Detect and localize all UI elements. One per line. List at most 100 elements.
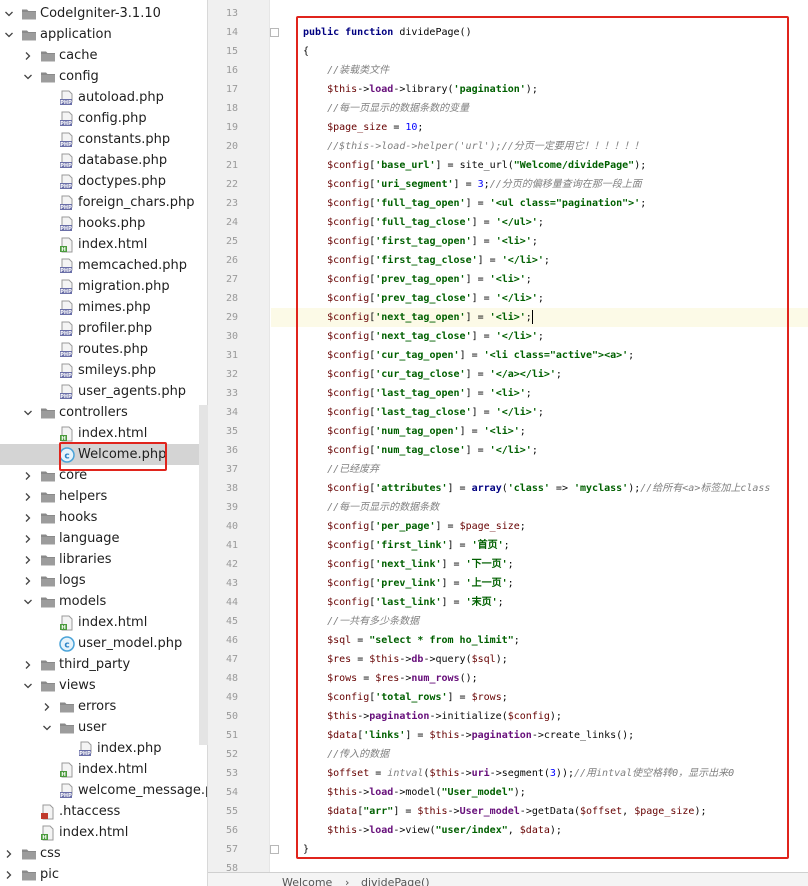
- code-line[interactable]: $config['next_link'] = '下一页';: [271, 555, 808, 574]
- tree-item[interactable]: language: [0, 528, 207, 549]
- code-line[interactable]: $config['last_tag_open'] = '<li>';: [271, 384, 808, 403]
- code-line[interactable]: $data["arr"] = $this->User_model->getDat…: [271, 802, 808, 821]
- tree-item[interactable]: PHP routes.php: [0, 339, 207, 360]
- tree-item[interactable]: config: [0, 66, 207, 87]
- code-line[interactable]: $offset = intval($this->uri->segment(3))…: [271, 764, 808, 783]
- code-line[interactable]: $config['cur_tag_close'] = '</a></li>';: [271, 365, 808, 384]
- tree-item[interactable]: CodeIgniter-3.1.10: [0, 3, 207, 24]
- tree-item[interactable]: Hindex.html: [0, 423, 207, 444]
- chevron-right-icon[interactable]: [22, 512, 34, 524]
- code-line[interactable]: $res = $this->db->query($sql);: [271, 650, 808, 669]
- code-line[interactable]: $config['cur_tag_open'] = '<li class="ac…: [271, 346, 808, 365]
- code-line[interactable]: $config['num_tag_open'] = '<li>';: [271, 422, 808, 441]
- code-line[interactable]: $config['full_tag_close'] = '</ul>';: [271, 213, 808, 232]
- tree-item[interactable]: cache: [0, 45, 207, 66]
- code-line[interactable]: $config['num_tag_close'] = '</li>';: [271, 441, 808, 460]
- chevron-right-icon[interactable]: [22, 533, 34, 545]
- code-line[interactable]: $config['first_link'] = '首页';: [271, 536, 808, 555]
- code-editor[interactable]: 13 14 15 16 17 18 19 20 21 22 23 24 25 26 27 28 29 30 31 32…: [208, 0, 808, 886]
- tree-item[interactable]: Hindex.html: [0, 759, 207, 780]
- code-line[interactable]: $config['first_tag_open'] = '<li>';: [271, 232, 808, 251]
- code-line[interactable]: $config['attributes'] = array('class' =>…: [271, 479, 808, 498]
- code-line[interactable]: $config['uri_segment'] = 3;//分页的偏移量查询在那一…: [271, 175, 808, 194]
- code-line[interactable]: $config['last_link'] = '末页';: [271, 593, 808, 612]
- code-line[interactable]: $config['first_tag_close'] = '</li>';: [271, 251, 808, 270]
- chevron-down-icon[interactable]: [3, 29, 15, 41]
- code-line[interactable]: $config['total_rows'] = $rows;: [271, 688, 808, 707]
- code-line[interactable]: $config['last_tag_close'] = '</li>';: [271, 403, 808, 422]
- code-line[interactable]: //$this->load->helper('url');//分页一定要用它！！…: [271, 137, 808, 156]
- code-line[interactable]: $config['per_page'] = $page_size;: [271, 517, 808, 536]
- tree-item[interactable]: c Welcome.php: [0, 444, 207, 465]
- code-line[interactable]: //已经废弃: [271, 460, 808, 479]
- code-line[interactable]: $page_size = 10;: [271, 118, 808, 137]
- chevron-down-icon[interactable]: [3, 8, 15, 20]
- tree-item[interactable]: .htaccess: [0, 801, 207, 822]
- tree-item[interactable]: logs: [0, 570, 207, 591]
- tree-item[interactable]: PHP constants.php: [0, 129, 207, 150]
- code-line[interactable]: //装载类文件: [271, 61, 808, 80]
- tree-item[interactable]: PHP config.php: [0, 108, 207, 129]
- tree-item[interactable]: PHP welcome_message.php: [0, 780, 207, 801]
- chevron-right-icon[interactable]: [22, 554, 34, 566]
- tree-item[interactable]: PHP database.php: [0, 150, 207, 171]
- tree-item[interactable]: core: [0, 465, 207, 486]
- tree-item[interactable]: PHP autoload.php: [0, 87, 207, 108]
- code-line[interactable]: //传入的数据: [271, 745, 808, 764]
- code-line[interactable]: $this->load->view("user/index", $data);: [271, 821, 808, 840]
- tree-item[interactable]: PHP migration.php: [0, 276, 207, 297]
- chevron-right-icon[interactable]: [22, 491, 34, 503]
- tree-item[interactable]: third_party: [0, 654, 207, 675]
- code-line[interactable]: //每一页显示的数据条数的变量: [271, 99, 808, 118]
- tree-scrollbar[interactable]: [199, 405, 208, 745]
- tree-item[interactable]: Hindex.html: [0, 234, 207, 255]
- code-line[interactable]: [271, 859, 808, 872]
- tree-item[interactable]: PHP user_agents.php: [0, 381, 207, 402]
- code-line[interactable]: $this->load->model("User_model");: [271, 783, 808, 802]
- code-line[interactable]: $this->load->library('pagination');: [271, 80, 808, 99]
- chevron-right-icon[interactable]: [3, 848, 15, 860]
- tree-item[interactable]: PHP mimes.php: [0, 297, 207, 318]
- chevron-down-icon[interactable]: [22, 407, 34, 419]
- tree-item[interactable]: PHP profiler.php: [0, 318, 207, 339]
- code-line[interactable]: //一共有多少条数据: [271, 612, 808, 631]
- tree-item[interactable]: PHP smileys.php: [0, 360, 207, 381]
- tree-item[interactable]: user: [0, 717, 207, 738]
- code-line[interactable]: public function dividePage(): [271, 23, 808, 42]
- tree-item[interactable]: helpers: [0, 486, 207, 507]
- code-line[interactable]: $config['next_tag_close'] = '</li>';: [271, 327, 808, 346]
- tree-item[interactable]: PHP memcached.php: [0, 255, 207, 276]
- breadcrumb-method[interactable]: dividePage(): [361, 876, 430, 886]
- project-tree[interactable]: CodeIgniter-3.1.10 application cache config…: [0, 0, 208, 886]
- tree-item[interactable]: application: [0, 24, 207, 45]
- tree-item[interactable]: c user_model.php: [0, 633, 207, 654]
- tree-item[interactable]: libraries: [0, 549, 207, 570]
- tree-item[interactable]: views: [0, 675, 207, 696]
- chevron-right-icon[interactable]: [41, 701, 53, 713]
- tree-item[interactable]: models: [0, 591, 207, 612]
- code-line[interactable]: [271, 4, 808, 23]
- tree-item[interactable]: PHP doctypes.php: [0, 171, 207, 192]
- code-line[interactable]: $data['links'] = $this->pagination->crea…: [271, 726, 808, 745]
- code-line[interactable]: $config['full_tag_open'] = '<ul class="p…: [271, 194, 808, 213]
- code-line[interactable]: }: [271, 840, 808, 859]
- code-line[interactable]: $config['prev_tag_close'] = '</li>';: [271, 289, 808, 308]
- tree-item[interactable]: PHP hooks.php: [0, 213, 207, 234]
- tree-item[interactable]: PHP foreign_chars.php: [0, 192, 207, 213]
- code-line[interactable]: $config['prev_tag_open'] = '<li>';: [271, 270, 808, 289]
- tree-item[interactable]: Hindex.html: [0, 822, 207, 843]
- chevron-down-icon[interactable]: [22, 680, 34, 692]
- tree-item[interactable]: css: [0, 843, 207, 864]
- chevron-down-icon[interactable]: [22, 596, 34, 608]
- tree-item[interactable]: pic: [0, 864, 207, 885]
- tree-item[interactable]: PHP index.php: [0, 738, 207, 759]
- tree-item[interactable]: errors: [0, 696, 207, 717]
- code-line[interactable]: $config['next_tag_open'] = '<li>';: [271, 308, 808, 327]
- chevron-right-icon[interactable]: [22, 659, 34, 671]
- tree-item[interactable]: Hindex.html: [0, 612, 207, 633]
- chevron-right-icon[interactable]: [3, 869, 15, 881]
- chevron-right-icon[interactable]: [22, 575, 34, 587]
- breadcrumb-class[interactable]: Welcome: [282, 876, 332, 886]
- chevron-right-icon[interactable]: [22, 50, 34, 62]
- code-line[interactable]: {: [271, 42, 808, 61]
